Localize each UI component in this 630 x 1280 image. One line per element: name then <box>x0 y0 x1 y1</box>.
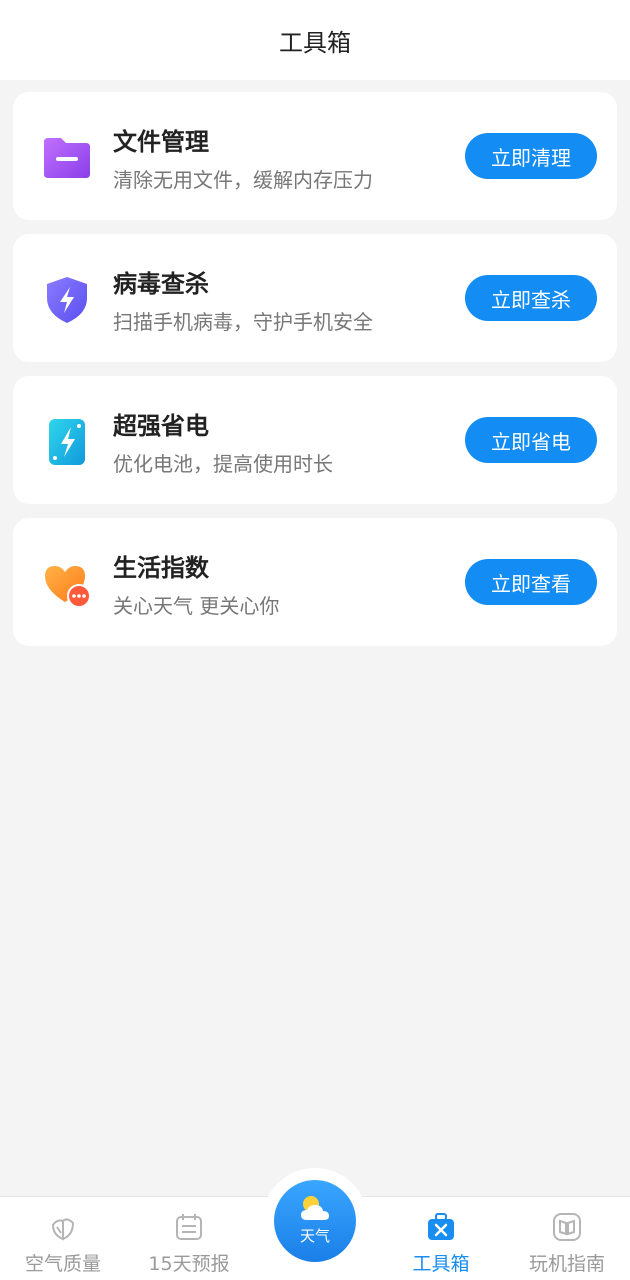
tool-card-power-saving[interactable]: 超强省电 优化电池，提高使用时长 立即省电 <box>13 376 617 504</box>
view-now-button[interactable]: 立即查看 <box>465 559 597 605</box>
save-power-button[interactable]: 立即省电 <box>465 417 597 463</box>
tool-card-file-manager[interactable]: 文件管理 清除无用文件，缓解内存压力 立即清理 <box>13 92 617 220</box>
shield-bolt-icon <box>41 274 93 326</box>
tab-15-day-forecast[interactable]: 15天预报 <box>126 1197 252 1280</box>
tab-toolbox[interactable]: 工具箱 <box>378 1197 504 1280</box>
weather-tab-wrapper: 天气 <box>262 1168 368 1274</box>
tool-card-virus-scan[interactable]: 病毒查杀 扫描手机病毒，守护手机安全 立即查杀 <box>13 234 617 362</box>
weather-sun-cloud-icon <box>295 1192 335 1224</box>
header-bar: 工具箱 <box>0 0 630 80</box>
folder-icon <box>41 132 93 184</box>
tool-name: 文件管理 <box>113 128 209 156</box>
tab-label: 天气 <box>299 1227 330 1245</box>
tab-air-quality[interactable]: 空气质量 <box>0 1197 126 1280</box>
tool-description: 优化电池，提高使用时长 <box>113 452 333 476</box>
tool-name: 生活指数 <box>113 554 209 582</box>
scan-now-button[interactable]: 立即查杀 <box>465 275 597 321</box>
tool-description: 关心天气 更关心你 <box>113 594 280 618</box>
tool-name: 病毒查杀 <box>113 270 209 298</box>
page-title: 工具箱 <box>279 28 351 57</box>
toolbox-icon <box>425 1211 457 1243</box>
tab-label: 空气质量 <box>24 1253 101 1275</box>
tool-card-life-index[interactable]: 生活指数 关心天气 更关心你 立即查看 <box>13 518 617 646</box>
leaf-icon <box>47 1211 79 1243</box>
book-icon <box>551 1211 583 1243</box>
tool-list: 文件管理 清除无用文件，缓解内存压力 立即清理 病毒查杀 扫描手机病毒，守护手机… <box>13 92 617 660</box>
calendar-icon <box>173 1211 205 1243</box>
clean-now-button[interactable]: 立即清理 <box>465 133 597 179</box>
tab-label: 玩机指南 <box>528 1253 605 1275</box>
heart-chat-icon <box>41 558 93 610</box>
tool-description: 扫描手机病毒，守护手机安全 <box>113 310 373 334</box>
battery-bolt-icon <box>41 416 93 468</box>
tab-weather[interactable]: 天气 <box>274 1180 356 1262</box>
tab-label: 工具箱 <box>412 1253 470 1275</box>
tab-label: 15天预报 <box>148 1253 230 1275</box>
tab-phone-guide[interactable]: 玩机指南 <box>504 1197 630 1280</box>
tool-description: 清除无用文件，缓解内存压力 <box>113 168 373 192</box>
tool-name: 超强省电 <box>113 412 209 440</box>
